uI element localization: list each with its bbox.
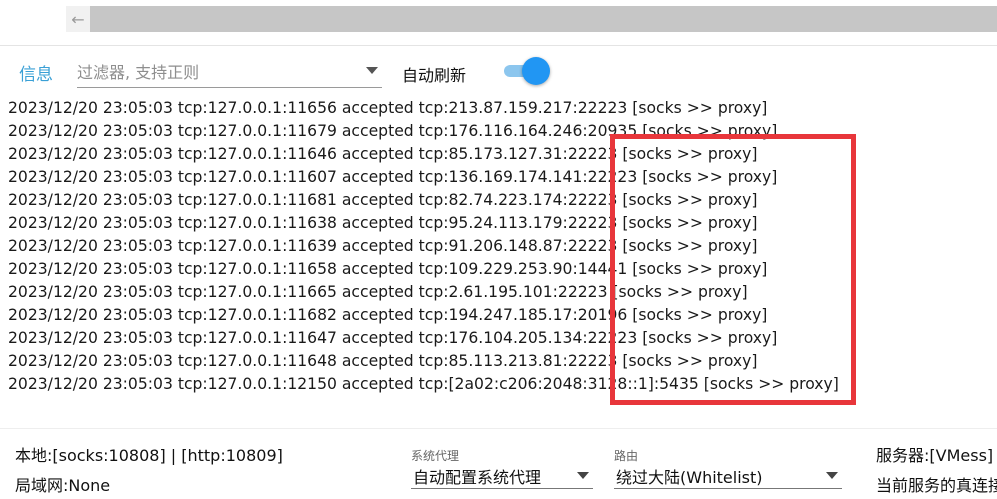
title-bar: ←	[0, 0, 997, 46]
log-line: 2023/12/20 23:05:03 tcp:127.0.0.1:11656 …	[8, 99, 768, 117]
system-proxy-value: 自动配置系统代理	[413, 468, 542, 487]
highlight-box	[610, 134, 856, 405]
filter-combobox[interactable]	[77, 58, 382, 88]
routing-select[interactable]: 绕过大陆(Whitelist)	[614, 461, 842, 489]
lan-status: 局域网:None	[15, 476, 111, 495]
chevron-down-icon[interactable]	[826, 472, 838, 479]
auto-refresh-toggle[interactable]	[502, 57, 550, 85]
local-ports-status: 本地:[socks:10808] | [http:10809]	[15, 446, 283, 465]
filter-input[interactable]	[77, 58, 357, 86]
auto-refresh-label: 自动刷新	[402, 66, 467, 85]
toggle-knob[interactable]	[522, 57, 550, 85]
tab-info[interactable]: 信息	[19, 60, 53, 85]
address-bar	[66, 6, 997, 32]
current-service-status: 当前服务的真连接延迟	[876, 476, 997, 495]
server-status: 服务器:[VMess]	[876, 446, 994, 465]
divider	[0, 428, 997, 429]
routing-value: 绕过大陆(Whitelist)	[616, 468, 763, 487]
system-proxy-select[interactable]: 自动配置系统代理	[411, 461, 593, 489]
chevron-down-icon[interactable]	[366, 67, 378, 74]
back-arrow-icon[interactable]: ←	[66, 6, 90, 32]
divider	[0, 45, 997, 46]
chevron-down-icon[interactable]	[577, 472, 589, 479]
